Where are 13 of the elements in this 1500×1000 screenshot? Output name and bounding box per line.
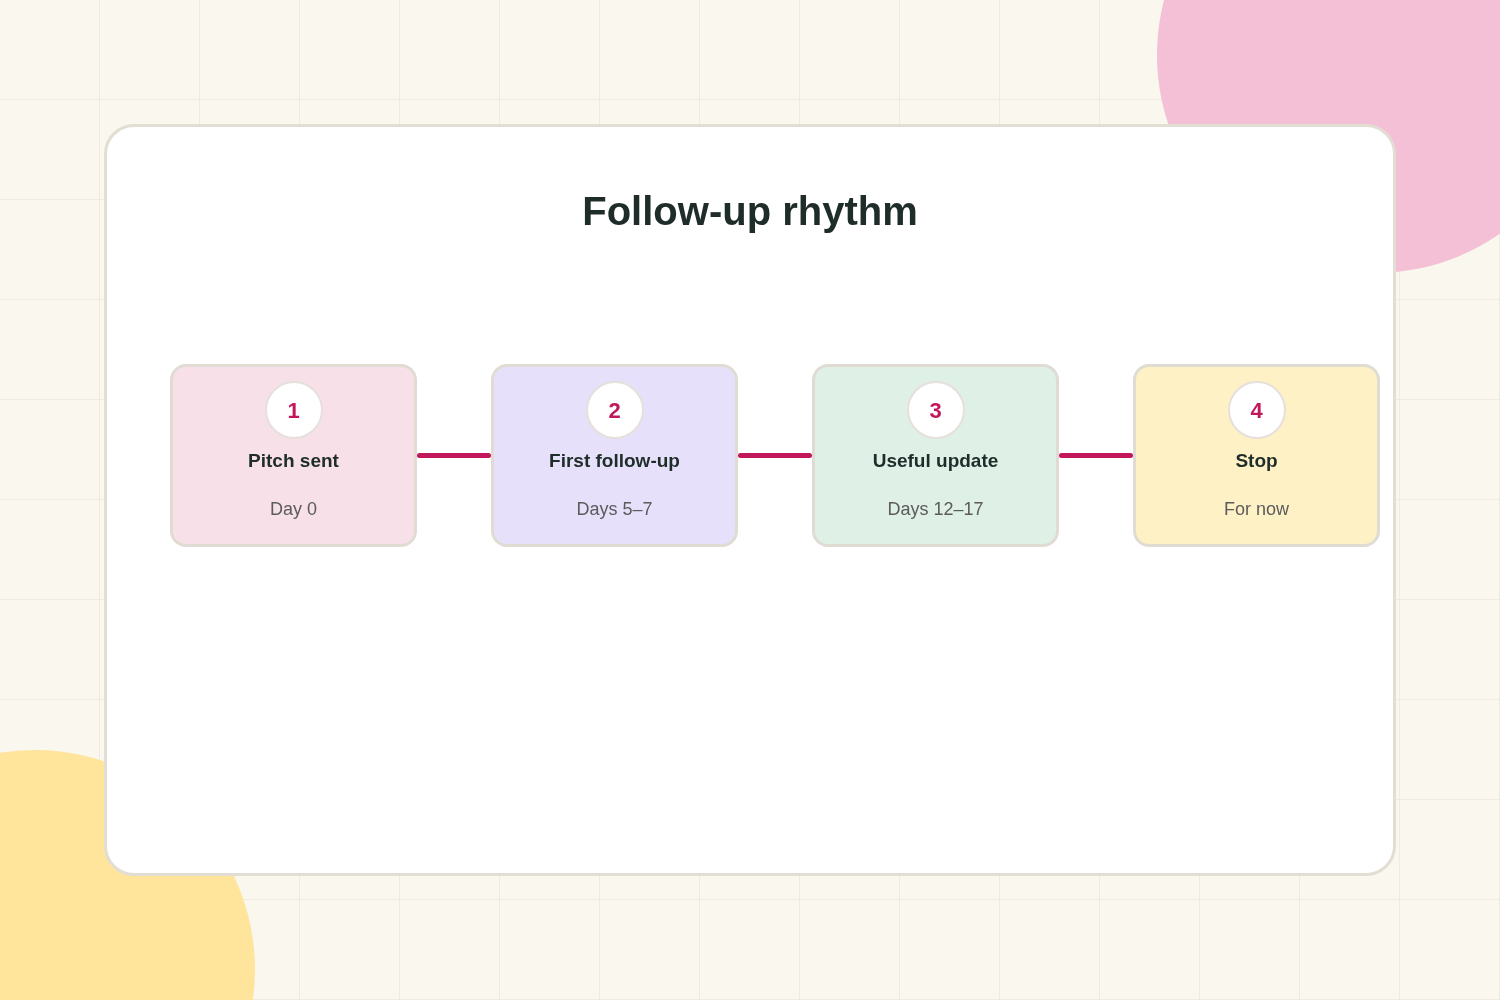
step-number: 2 <box>585 381 644 439</box>
step-subtitle: For now <box>1224 497 1289 521</box>
step-title: Stop <box>1235 449 1278 473</box>
step-number: 1 <box>264 381 323 439</box>
step-title: Useful update <box>872 449 999 473</box>
step-number: 3 <box>906 381 965 439</box>
step-subtitle: Days 12–17 <box>887 497 984 521</box>
step-subtitle: Day 0 <box>270 497 317 521</box>
step-title: Pitch sent <box>248 449 339 473</box>
step-subtitle: Days 5–7 <box>576 497 653 521</box>
step-title: First follow-up <box>549 449 680 473</box>
step-number: 4 <box>1227 381 1286 439</box>
diagram-title: Follow-up rhythm <box>582 188 918 235</box>
